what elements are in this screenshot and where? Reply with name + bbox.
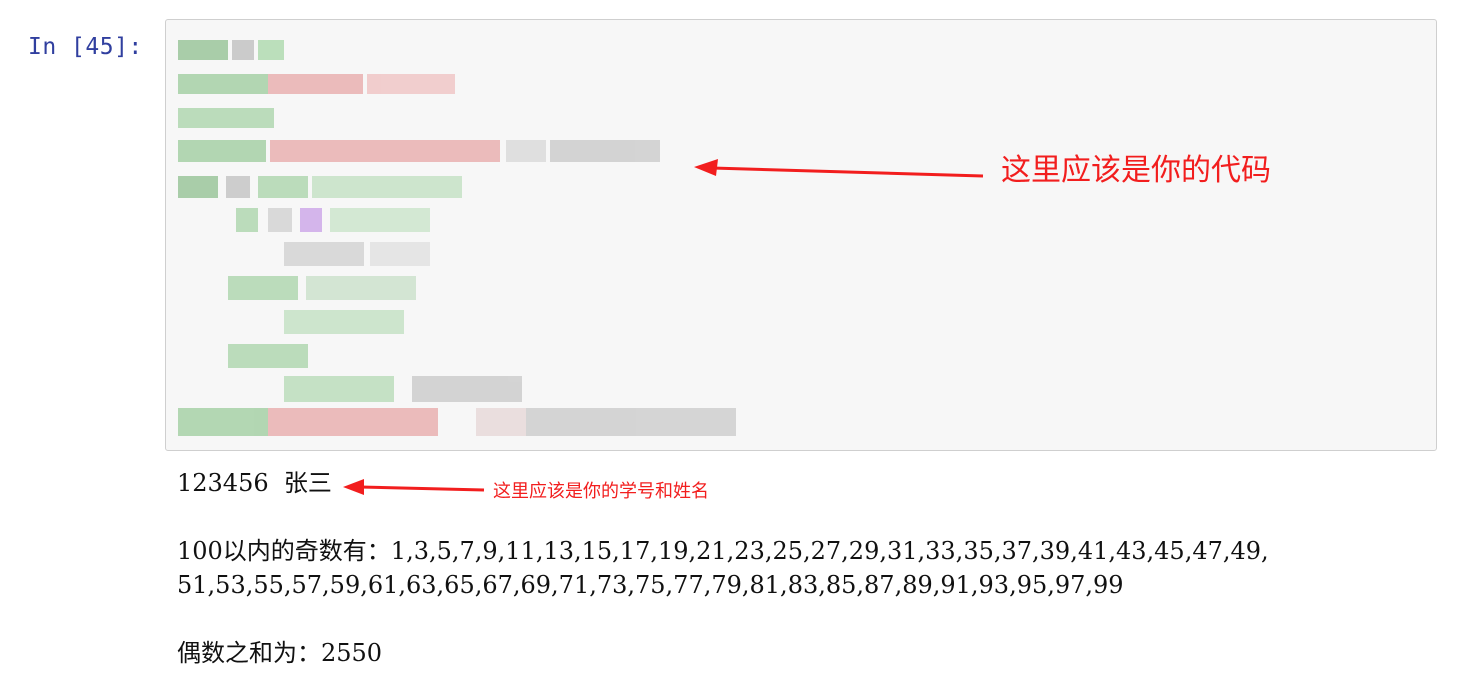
output-even-sum: 偶数之和为：2550 bbox=[177, 639, 383, 667]
blurred-code bbox=[178, 40, 736, 436]
id-arrow bbox=[343, 479, 485, 495]
id-annotation-label: 这里应该是你的学号和姓名 bbox=[493, 481, 709, 502]
code-cell[interactable] bbox=[165, 19, 1437, 451]
blurred-code-lines bbox=[178, 40, 736, 436]
cell-prompt: In [45]: bbox=[28, 34, 143, 60]
output-odd-numbers-line-2: 51,53,55,57,59,61,63,65,67,69,71,73,75,7… bbox=[177, 571, 1124, 599]
notebook-page: In [45]: 这里应该是你的代码 这里应该是你的学号和姓名 123456 张… bbox=[0, 0, 1462, 675]
output-student-id-name: 123456 张三 bbox=[177, 469, 332, 497]
output-odd-numbers-line-1: 100以内的奇数有：1,3,5,7,9,11,13,15,17,19,21,23… bbox=[177, 537, 1269, 565]
code-annotation-label: 这里应该是你的代码 bbox=[1001, 153, 1271, 188]
